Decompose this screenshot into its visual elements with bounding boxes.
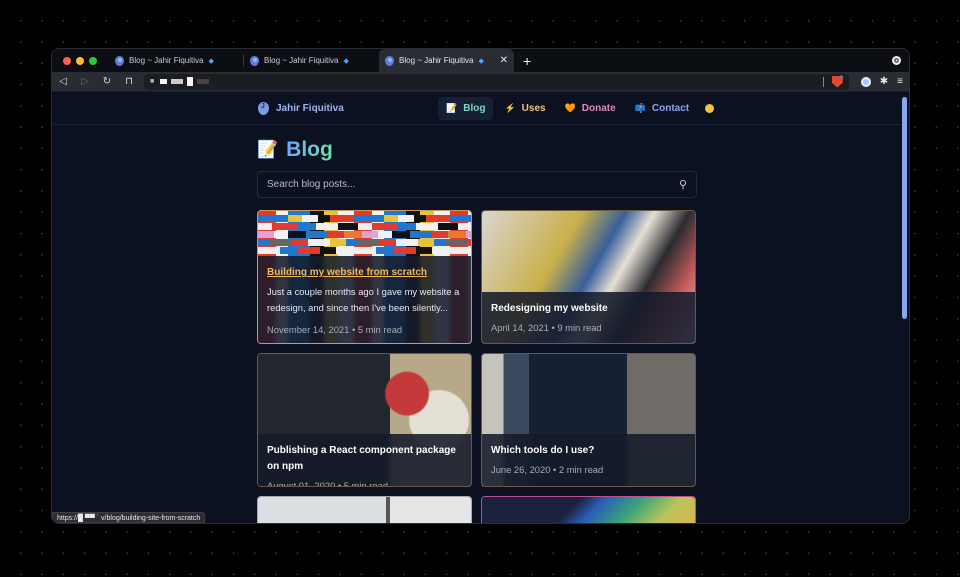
nav-link-donate[interactable]: 🧡 Donate xyxy=(557,97,624,120)
post-info: Which tools do I use? June 26, 2020 • 2 … xyxy=(482,434,695,486)
browser-tab-active[interactable]: Blog ~ Jahir Fiquitiva ◆ ✕ xyxy=(379,49,514,72)
tab-title: Blog ~ Jahir Fiquitiva xyxy=(129,56,204,65)
site-favicon-icon xyxy=(115,55,124,66)
post-cover-image xyxy=(258,497,471,523)
mailbox-icon: 📫 xyxy=(634,103,646,113)
profile-icon[interactable] xyxy=(892,56,901,65)
post-title[interactable]: Which tools do I use? xyxy=(491,443,686,459)
minimize-window-button[interactable] xyxy=(76,56,84,65)
post-meta: June 26, 2020 • 2 min read xyxy=(491,464,604,475)
close-window-button[interactable] xyxy=(63,56,71,65)
theme-toggle-icon[interactable] xyxy=(705,104,715,113)
post-card[interactable]: Publishing a React component package on … xyxy=(257,353,472,487)
nav-label: Contact xyxy=(651,103,690,114)
redacted-url xyxy=(160,77,210,86)
post-title[interactable]: Building my website from scratch xyxy=(267,265,462,281)
site-favicon-icon xyxy=(385,55,394,66)
lightning-icon: ⚡ xyxy=(504,103,516,113)
post-info: Redesigning my website April 14, 2021 • … xyxy=(482,292,695,343)
extension-icons: ✱ ≡ xyxy=(860,76,903,87)
brand-link[interactable]: Jahir Fiquitiva xyxy=(258,102,344,115)
page-scrollbar[interactable] xyxy=(902,97,907,319)
nav-label: Donate xyxy=(581,103,616,114)
memo-icon: 📝 xyxy=(257,140,279,159)
tab-title: Blog ~ Jahir Fiquitiva xyxy=(399,56,474,65)
post-title[interactable]: Publishing a React component package on … xyxy=(267,443,462,475)
post-info: Building my website from scratch Just a … xyxy=(258,256,471,343)
back-icon[interactable]: ◁ xyxy=(58,76,68,87)
gem-icon: ◆ xyxy=(478,57,484,65)
divider xyxy=(822,76,824,87)
brave-shields-icon[interactable]: 1 xyxy=(831,75,843,88)
menu-icon[interactable]: ≡ xyxy=(897,76,903,87)
forward-icon[interactable]: ▷ xyxy=(80,76,90,87)
lock-icon: ■ xyxy=(150,78,155,85)
post-meta: April 14, 2021 • 9 min read xyxy=(491,322,602,333)
post-excerpt: Just a couple months ago I gave my websi… xyxy=(267,286,460,313)
post-info: Publishing a React component package on … xyxy=(258,434,471,486)
close-tab-icon[interactable]: ✕ xyxy=(500,55,508,66)
shields-count-badge: 1 xyxy=(839,75,843,80)
address-bar-actions: 1 xyxy=(822,75,843,88)
tab-strip: Blog ~ Jahir Fiquitiva ◆ Blog ~ Jahir Fi… xyxy=(52,49,909,72)
browser-tab[interactable]: Blog ~ Jahir Fiquitiva ◆ xyxy=(244,49,379,72)
window-controls xyxy=(63,56,97,65)
post-card[interactable]: Building my website from scratch Just a … xyxy=(257,210,472,344)
reload-icon[interactable]: ↻ xyxy=(102,76,112,87)
post-title[interactable]: Redesigning my website xyxy=(491,301,686,317)
browser-tab[interactable]: Blog ~ Jahir Fiquitiva ◆ xyxy=(109,49,244,72)
main-nav: 📝 Blog ⚡ Uses 🧡 Donate 📫 Contact xyxy=(438,97,715,120)
tab-title: Blog ~ Jahir Fiquitiva xyxy=(264,56,339,65)
logo-icon xyxy=(258,102,269,115)
site-header: Jahir Fiquitiva 📝 Blog ⚡ Uses 🧡 Donate 📫 xyxy=(52,93,909,125)
browser-toolbar: ◁ ▷ ↻ ⊓ ■ 1 ✱ ≡ xyxy=(52,72,909,92)
post-cover-image xyxy=(482,497,695,523)
post-card[interactable] xyxy=(257,496,472,523)
heart-icon: 🧡 xyxy=(564,103,576,113)
page-title-text: Blog xyxy=(286,138,333,161)
page-title: 📝 Blog xyxy=(257,137,697,163)
wallet-icon[interactable] xyxy=(860,76,871,87)
page-viewport: Jahir Fiquitiva 📝 Blog ⚡ Uses 🧡 Donate 📫 xyxy=(52,93,909,523)
post-card[interactable] xyxy=(481,496,696,523)
post-card[interactable]: Redesigning my website April 14, 2021 • … xyxy=(481,210,696,344)
search-input[interactable] xyxy=(267,179,679,190)
main-content: 📝 Blog ⚲ Building my websi xyxy=(257,137,697,523)
search-icon[interactable]: ⚲ xyxy=(679,178,687,191)
maximize-window-button[interactable] xyxy=(89,56,97,65)
address-bar[interactable]: ■ 1 xyxy=(144,73,849,90)
brand-name: Jahir Fiquitiva xyxy=(276,103,344,114)
nav-label: Uses xyxy=(521,103,546,114)
extensions-puzzle-icon[interactable]: ✱ xyxy=(880,76,888,87)
post-meta: November 14, 2021 • 5 min read xyxy=(267,324,403,335)
memo-icon: 📝 xyxy=(446,103,458,113)
gem-icon: ◆ xyxy=(208,57,214,65)
nav-link-contact[interactable]: 📫 Contact xyxy=(627,97,697,120)
site-favicon-icon xyxy=(250,55,259,66)
post-card[interactable]: Which tools do I use? June 26, 2020 • 2 … xyxy=(481,353,696,487)
post-grid: Building my website from scratch Just a … xyxy=(257,210,697,523)
bookmark-icon[interactable]: ⊓ xyxy=(124,76,134,87)
nav-link-uses[interactable]: ⚡ Uses xyxy=(496,97,553,120)
browser-window: Blog ~ Jahir Fiquitiva ◆ Blog ~ Jahir Fi… xyxy=(51,48,910,524)
post-meta: August 01, 2020 • 5 min read xyxy=(267,480,389,487)
search-box: ⚲ xyxy=(257,171,697,198)
nav-link-blog[interactable]: 📝 Blog xyxy=(438,97,494,120)
new-tab-button[interactable]: + xyxy=(523,54,531,68)
gem-icon: ◆ xyxy=(343,57,349,65)
nav-label: Blog xyxy=(463,103,486,114)
status-bar-url: https://█ ▀▀ ` v/blog/building-site-from… xyxy=(52,512,206,523)
